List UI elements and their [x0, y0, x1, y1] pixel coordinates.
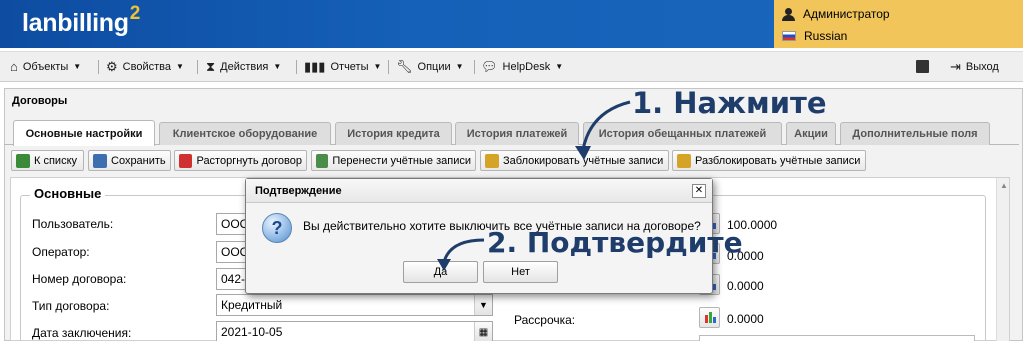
chevron-down-icon[interactable]: ▼	[474, 295, 492, 315]
hourglass-icon: ⧗	[206, 58, 216, 74]
tab-payment-history[interactable]: История платежей	[455, 122, 579, 145]
tab-main-settings[interactable]: Основные настройки	[13, 120, 155, 146]
stop-icon	[179, 153, 193, 168]
tab-credit-history[interactable]: История кредита	[335, 122, 452, 145]
menu-options[interactable]: 🔧︎ Опции ▼	[396, 52, 464, 81]
chart-icon[interactable]	[699, 307, 720, 328]
contract-number-label: Номер договора:	[32, 272, 127, 286]
user-label: Пользователь:	[32, 217, 114, 231]
question-icon: ?	[262, 213, 292, 243]
app-logo: lanbilling2	[22, 3, 140, 37]
limit-value: 0.0000	[727, 279, 764, 293]
scrollbar[interactable]: ▲	[996, 178, 1009, 341]
conclusion-date-label: Дата заключения:	[32, 326, 132, 340]
wrench-icon: 🔧︎	[396, 58, 413, 74]
logout-button[interactable]: ⇥ Выход	[950, 52, 999, 81]
transfer-accounts-button[interactable]: Перенести учётные записи	[311, 150, 476, 171]
tab-extra-fields[interactable]: Дополнительные поля	[840, 122, 990, 145]
operator-label: Оператор:	[32, 245, 90, 259]
close-icon[interactable]: ✕	[692, 184, 706, 198]
step2-annotation: 2. Подтвердите	[487, 226, 743, 259]
tab-promotions[interactable]: Акции	[786, 122, 836, 145]
disk-icon	[916, 60, 929, 73]
tab-client-equipment[interactable]: Клиентское оборудование	[159, 122, 331, 145]
installment-value: 0.0000	[727, 312, 764, 326]
calendar-icon[interactable]: ▦	[474, 322, 492, 341]
save-button[interactable]: Сохранить	[88, 150, 171, 171]
gear-icon: ⚙	[106, 58, 118, 74]
back-to-list-button[interactable]: К списку	[11, 150, 84, 171]
language-selector[interactable]: Russian	[782, 25, 847, 47]
section-title: Основные	[30, 186, 106, 201]
user-name: Администратор	[803, 7, 890, 21]
user-icon	[782, 7, 795, 21]
terminate-contract-button[interactable]: Расторгнуть договор	[174, 150, 307, 171]
contract-type-label: Тип договора:	[32, 299, 110, 313]
menu-reports[interactable]: ▮▮▮ Отчеты ▼	[304, 52, 381, 81]
list-icon	[16, 153, 30, 168]
bar-chart-icon: ▮▮▮	[304, 58, 326, 74]
save-disk-button[interactable]	[916, 52, 929, 81]
conclusion-date-field[interactable]: 2021-10-05 ▦	[216, 321, 493, 341]
unblock-accounts-button[interactable]: Разблокировать учётные записи	[672, 150, 866, 171]
user-panel: Администратор Russian	[774, 0, 1023, 48]
confirm-yes-button[interactable]: Да	[403, 261, 478, 283]
tab-promised-payments[interactable]: История обещанных платежей	[583, 122, 782, 145]
contract-type-select[interactable]: Кредитный ▼	[216, 294, 493, 316]
menu-properties[interactable]: ⚙ Свойства ▼	[106, 52, 184, 81]
speech-bubble-icon: 💬︎	[481, 58, 498, 74]
confirm-no-button[interactable]: Нет	[483, 261, 558, 283]
scroll-up-icon[interactable]: ▲	[1000, 181, 1008, 190]
user-menu[interactable]: Администратор	[782, 3, 890, 25]
installment-select[interactable]	[699, 335, 975, 341]
installment-label: Рассрочка:	[514, 313, 576, 327]
lock-icon	[485, 153, 499, 168]
exit-icon: ⇥	[950, 58, 961, 74]
unlock-icon	[677, 153, 691, 168]
tab-bar: Основные настройки Клиентское оборудован…	[4, 120, 1019, 146]
save-icon	[93, 153, 107, 168]
step1-annotation: 1. Нажмите	[632, 86, 827, 120]
panel-title: Договоры	[12, 95, 68, 107]
menu-helpdesk[interactable]: 💬︎ HelpDesk ▼	[481, 52, 563, 81]
main-menu-bar: ⌂ Объекты ▼ ⚙ Свойства ▼ ⧗ Действия ▼ ▮▮▮ О…	[0, 51, 1023, 82]
menu-actions[interactable]: ⧗ Действия ▼	[206, 52, 281, 81]
language-label: Russian	[804, 29, 848, 43]
transfer-icon	[316, 153, 329, 168]
dialog-title: Подтверждение	[246, 179, 712, 203]
russian-flag-icon	[782, 31, 796, 41]
menu-objects[interactable]: ⌂ Объекты ▼	[10, 52, 81, 81]
block-accounts-button[interactable]: Заблокировать учётные записи	[480, 150, 669, 171]
contract-toolbar: К списку Сохранить Расторгнуть договор П…	[4, 148, 1019, 174]
home-icon: ⌂	[10, 59, 18, 74]
